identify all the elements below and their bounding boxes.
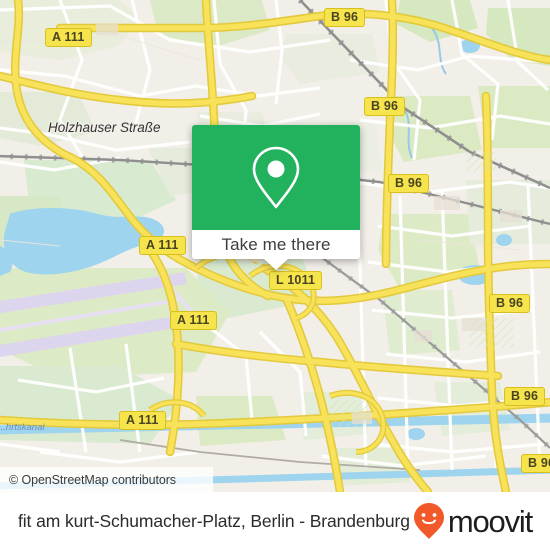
- road-shield-b96-mid-right[interactable]: B 96: [388, 174, 430, 194]
- road-shield-a111-bottom[interactable]: A 111: [119, 411, 166, 431]
- road-shield-a111-lower[interactable]: A 111: [170, 311, 217, 331]
- road-shield-b96-top[interactable]: B 96: [324, 8, 366, 28]
- road-shield-l1011[interactable]: L 1011: [269, 271, 323, 291]
- footer-bar: fit am kurt-Schumacher-Platz, Berlin - B…: [0, 492, 550, 550]
- road-shield-b96-upper-right[interactable]: B 96: [364, 97, 406, 117]
- callout-tail: [264, 259, 288, 270]
- location-title: fit am kurt-Schumacher-Platz, Berlin - B…: [18, 510, 410, 531]
- map-label-canal: ...hrtskanal: [0, 422, 45, 433]
- take-me-there-callout[interactable]: Take me there: [192, 125, 360, 270]
- callout-action-area[interactable]: Take me there: [192, 230, 360, 270]
- attribution-text: © OpenStreetMap contributors: [9, 472, 176, 487]
- road-shield-b96-lower-right[interactable]: B 96: [504, 387, 546, 407]
- moovit-brand[interactable]: moovit: [412, 502, 533, 540]
- road-shield-b96-right[interactable]: B 96: [489, 294, 531, 314]
- road-shield-b96-bottom-right[interactable]: B 96: [521, 454, 550, 474]
- moovit-wordmark: moovit: [447, 503, 533, 539]
- callout-icon-area: [192, 125, 360, 230]
- map-attribution: © OpenStreetMap contributors: [0, 467, 213, 492]
- moovit-map-page: Holzhauser Straße ...hrtskanal A 111 B 9…: [0, 0, 550, 550]
- map-pin-icon: [252, 146, 300, 208]
- road-shield-a111-mid[interactable]: A 111: [139, 236, 186, 256]
- map-label-holzhauser-strasse: Holzhauser Straße: [48, 120, 161, 135]
- take-me-there-label: Take me there: [221, 234, 331, 254]
- moovit-pin-icon: [413, 503, 444, 539]
- road-shield-a111-top[interactable]: A 111: [45, 28, 92, 48]
